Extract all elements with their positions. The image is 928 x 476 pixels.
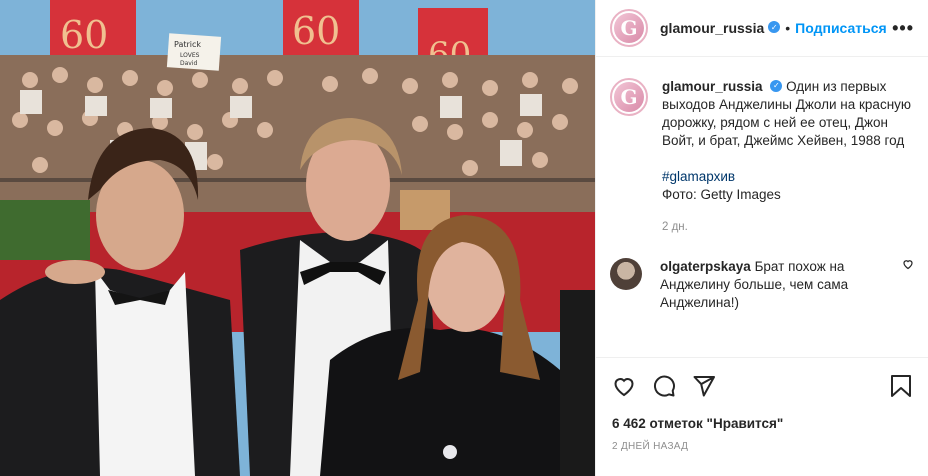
post-actions: 6 462 отметок "Нравится" 2 ДНЕЙ НАЗАД (596, 357, 928, 452)
comment-like-icon[interactable] (902, 258, 914, 312)
header-username[interactable]: glamour_russia (660, 20, 764, 36)
avatar-logo-icon: G (614, 82, 644, 112)
post-date[interactable]: 2 ДНЕЙ НАЗАД (612, 441, 912, 452)
comment-username[interactable]: olgaterpskaya (660, 259, 751, 274)
comment-body: olgaterpskaya Брат похож на Анджелину бо… (660, 258, 888, 312)
share-icon[interactable] (692, 374, 716, 398)
verified-icon: ✓ (768, 21, 781, 33)
photo-credit: Фото: Getty Images (662, 187, 781, 202)
comments-area[interactable]: G glamour_russia ✓ Один из первых выходо… (596, 58, 928, 356)
caption: G glamour_russia ✓ Один из первых выходо… (610, 78, 914, 236)
hashtag-link[interactable]: #glamархив (662, 168, 914, 186)
account-avatar[interactable]: G (610, 9, 648, 47)
post-side-panel: G glamour_russia ✓ • Подписаться ••• G g… (595, 0, 928, 476)
caption-avatar[interactable]: G (610, 78, 648, 116)
bookmark-icon[interactable] (890, 374, 912, 398)
heart-icon[interactable] (612, 374, 636, 398)
svg-text:60: 60 (60, 13, 108, 57)
likes-count[interactable]: 6 462 отметок "Нравится" (612, 416, 912, 431)
next-comment-cutoff (660, 330, 914, 338)
comment-item: olgaterpskaya Брат похож на Анджелину бо… (610, 258, 914, 312)
follow-button[interactable]: Подписаться (795, 20, 887, 36)
verified-icon: ✓ (770, 80, 783, 93)
photo-illustration: 60 60 60 Patrick LOVES David (0, 0, 595, 476)
action-icon-row (612, 372, 912, 400)
post-photo[interactable]: 60 60 60 Patrick LOVES David (0, 0, 595, 476)
fan-sign-text-2: LOVES (180, 52, 200, 59)
caption-age: 2 дн. (662, 221, 688, 233)
fan-sign-text-3: David (180, 60, 198, 67)
fan-sign-text-1: Patrick (174, 40, 201, 49)
comment-icon[interactable] (652, 374, 676, 398)
caption-username[interactable]: glamour_russia (662, 79, 763, 94)
separator-dot: • (785, 20, 791, 36)
svg-text:60: 60 (292, 9, 340, 53)
avatar-logo-icon: G (614, 13, 644, 43)
more-icon[interactable]: ••• (892, 18, 914, 39)
post-header: G glamour_russia ✓ • Подписаться ••• (596, 0, 928, 57)
commenter-avatar[interactable] (610, 258, 642, 290)
caption-body: glamour_russia ✓ Один из первых выходов … (662, 78, 914, 236)
